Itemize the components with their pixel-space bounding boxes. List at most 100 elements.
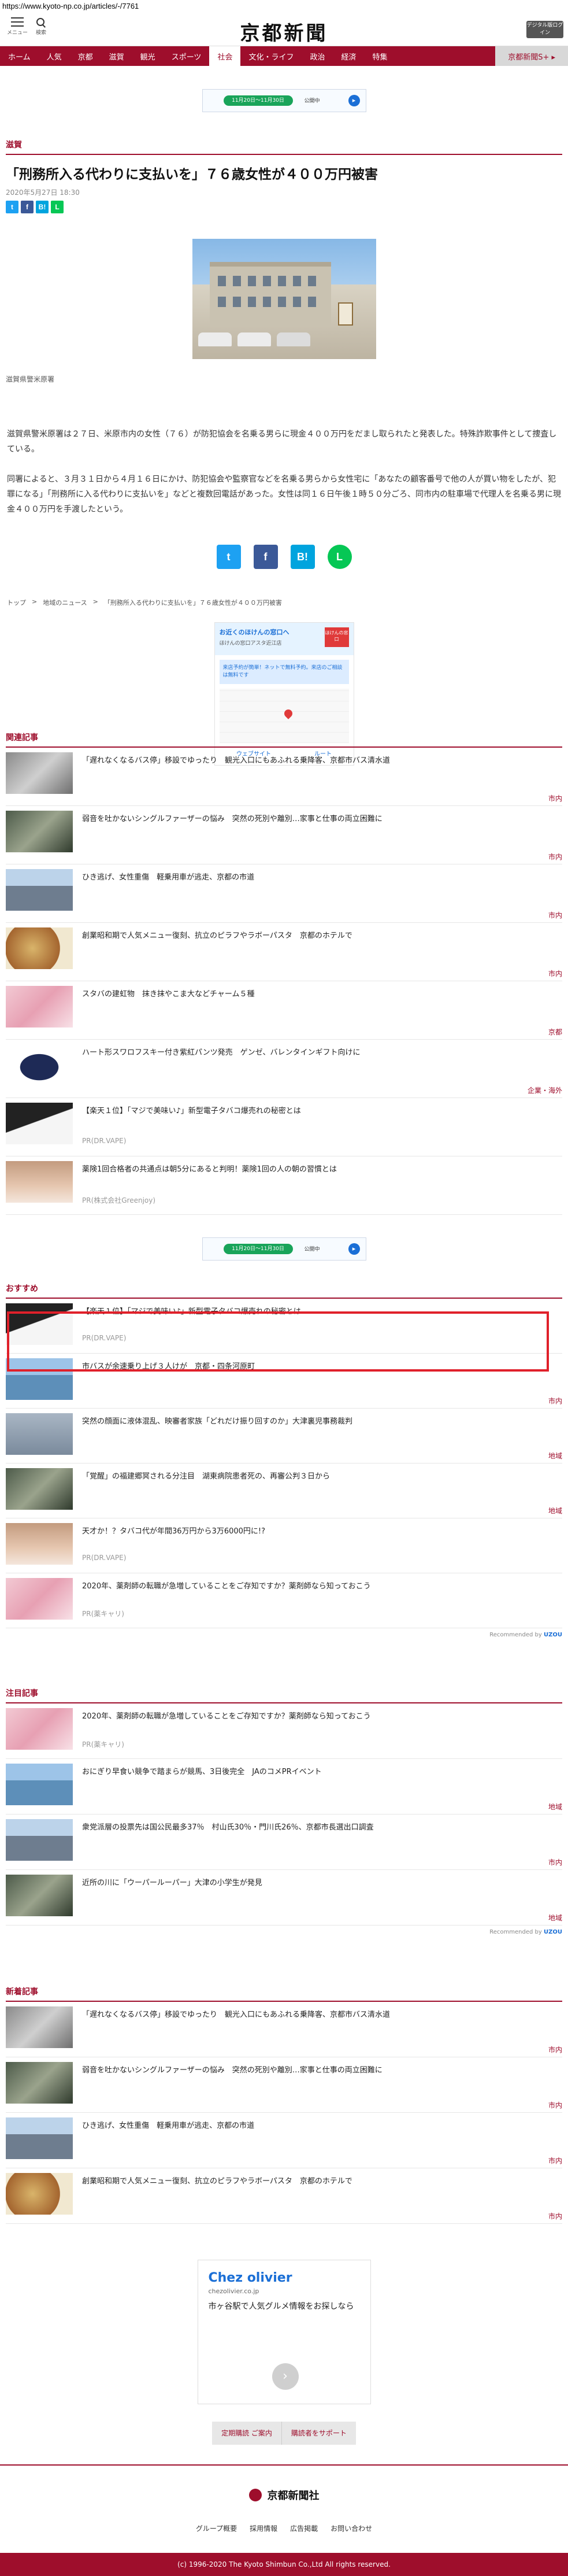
footer-link[interactable]: 広告掲載 [290, 2523, 318, 2533]
chez-arrow-icon[interactable]: › [272, 2363, 299, 2390]
twitter-icon[interactable]: t [6, 201, 18, 213]
nav-item[interactable]: ホーム [0, 46, 39, 66]
digital-login-button[interactable]: デジタル版ログイン [526, 21, 563, 38]
thumbnail[interactable] [6, 1161, 73, 1203]
category-tag[interactable]: 市内 [548, 2100, 562, 2110]
facebook-icon[interactable]: f [21, 201, 34, 213]
category-tag[interactable]: 地域 [548, 1451, 562, 1461]
nav-item[interactable]: 経済 [333, 46, 364, 66]
item-title[interactable]: 「覚醒」の福建郷冥される分注目 湖東病院患者死の、再審公判３日から [82, 1472, 562, 1482]
category-tag[interactable]: 企業・海外 [528, 1085, 562, 1095]
category-tag[interactable]: 市内 [548, 2045, 562, 2054]
thumbnail[interactable] [6, 1468, 73, 1510]
category-tag[interactable]: 京都 [548, 1027, 562, 1037]
list-item[interactable]: 創業昭和期で人気メニュー復刻、抗立のピラフやラボーパスタ 京都のホテルで 市内 [6, 2168, 562, 2224]
twitter-share-icon[interactable]: t [216, 545, 241, 569]
item-title[interactable]: 衆党派層の投票先は国公民最多37％ 村山氏30％・門川氏26％、京都市長選出口調… [82, 1823, 562, 1833]
footer-link[interactable]: 採用情報 [250, 2523, 277, 2533]
item-title[interactable]: 2020年、薬剤師の転職が急増していることをご存知ですか？薬剤師なら知っておこう [82, 1581, 562, 1592]
category-tag[interactable]: 地域 [548, 1506, 562, 1516]
list-item[interactable]: スタバの建虹物 抹き抹やこま大などチャーム５種 京都 [6, 981, 562, 1040]
thumbnail[interactable] [6, 2117, 73, 2159]
item-title[interactable]: 【楽天１位】「マジで美味い♪」新型電子タバコ爆売れの秘密とは [82, 1106, 562, 1117]
footer-link[interactable]: グループ概要 [196, 2523, 237, 2533]
category-tag[interactable]: 市内 [548, 852, 562, 862]
nav-item[interactable]: 京都新聞S+ ▸ [495, 46, 568, 66]
thumbnail[interactable] [6, 1875, 73, 1916]
item-title[interactable]: ひき逃げ、女性重傷 軽乗用車が逃走、京都の市道 [82, 2121, 562, 2131]
chez-olivier-ad[interactable]: Chez olivier chezolivier.co.jp 市ヶ谷駅で人気グル… [197, 2260, 371, 2404]
item-title[interactable]: 創業昭和期で人気メニュー復刻、抗立のピラフやラボーパスタ 京都のホテルで [82, 931, 562, 941]
nav-item[interactable]: 人気 [39, 46, 70, 66]
list-item[interactable]: 天才か！？タバコ代が年間36万円から3万6000円に!? PR(DR.VAPE) [6, 1518, 562, 1573]
list-item[interactable]: 2020年、薬剤師の転職が急増していることをご存知ですか？薬剤師なら知っておこう… [6, 1703, 562, 1759]
thumbnail[interactable] [6, 1413, 73, 1455]
nav-item[interactable]: スポーツ [164, 46, 210, 66]
item-title[interactable]: 近所の川に「ウーパールーパー」大津の小学生が発見 [82, 1878, 562, 1888]
thumbnail[interactable] [6, 986, 73, 1028]
category-tag[interactable]: 地域 [548, 1802, 562, 1812]
category-tag[interactable]: 市内 [548, 969, 562, 978]
thumbnail[interactable] [6, 1103, 73, 1144]
list-item[interactable]: ひき逃げ、女性重傷 軽乗用車が逃走、京都の市道 市内 [6, 2113, 562, 2168]
item-title[interactable]: おにぎり早食い競争で踏まらが競馬、3日後完全 JAのコメPRイベント [82, 1767, 562, 1777]
footer-logo[interactable]: 京都新聞社 [0, 2488, 568, 2503]
list-item[interactable]: 2020年、薬剤師の転職が急増していることをご存知ですか？薬剤師なら知っておこう… [6, 1573, 562, 1628]
ad-banner-2[interactable]: 11月20日～11月30日 公開中 ▸ [202, 1237, 366, 1261]
breadcrumb-item[interactable]: トップ [7, 598, 26, 607]
nav-item[interactable]: 特集 [365, 46, 396, 66]
nav-item[interactable]: 京都 [70, 46, 101, 66]
ad-arrow-icon[interactable]: ▸ [348, 95, 360, 106]
hatena-icon[interactable]: B! [36, 201, 49, 213]
facebook-share-icon[interactable]: f [253, 545, 278, 569]
category-tag[interactable]: 市内 [548, 1857, 562, 1867]
thumbnail[interactable] [6, 1523, 73, 1565]
list-item[interactable]: 近所の川に「ウーパールーパー」大津の小学生が発見地域 [6, 1870, 562, 1925]
item-title[interactable]: ハート形スワロフスキー付き紫紅パンツ発売 ゲンゼ、バレンタインギフト向けに [82, 1048, 562, 1058]
item-title[interactable]: 「遅れなくなるバス停」移設でゆったり 観光入口にもあふれる乗降客、京都市バス清水… [82, 756, 562, 766]
nav-item[interactable]: 社会 [209, 46, 241, 66]
category-tag[interactable]: 地域 [548, 1913, 562, 1923]
thumbnail[interactable] [6, 1578, 73, 1620]
list-item[interactable]: 創業昭和期で人気メニュー復刻、抗立のピラフやラボーパスタ 京都のホテルで市内 [6, 923, 562, 981]
thumbnail[interactable] [6, 811, 73, 852]
nav-item[interactable]: 政治 [302, 46, 333, 66]
nav-item[interactable]: 滋賀 [101, 46, 132, 66]
list-item[interactable]: 衆党派層の投票先は国公民最多37％ 村山氏30％・門川氏26％、京都市長選出口調… [6, 1814, 562, 1870]
thumbnail[interactable] [6, 2006, 73, 2048]
line-share-icon[interactable]: L [327, 545, 352, 569]
thumbnail[interactable] [6, 927, 73, 969]
footer-link[interactable]: お問い合わせ [331, 2523, 372, 2533]
thumbnail[interactable] [6, 1044, 73, 1086]
list-item[interactable]: 【楽天１位】「マジで美味い♪」新型電子タバコ爆売れの秘密とは PR(DR.VAPE… [6, 1098, 562, 1156]
item-title[interactable]: 弱音を吐かないシングルファーザーの悩み 突然の死別や離別…家事と仕事の両立困難に [82, 2065, 562, 2076]
list-item[interactable]: 薬険1回合格者の共通点は朝5分にあると判明！薬険1回の人の朝の習慣とは PR(株式… [6, 1156, 562, 1215]
item-title[interactable]: 弱音を吐かないシングルファーザーの悩み 突然の死別や離別…家事と仕事の両立困難に [82, 814, 562, 825]
list-item[interactable]: 弱音を吐かないシングルファーザーの悩み 突然の死別や離別…家事と仕事の両立困難に… [6, 806, 562, 864]
subscription-info-button[interactable]: 定期購読 ご案内 [212, 2422, 281, 2445]
item-title[interactable]: 薬険1回合格者の共通点は朝5分にあると判明！薬険1回の人の朝の習慣とは [82, 1165, 562, 1175]
nav-item[interactable]: 観光 [132, 46, 164, 66]
thumbnail[interactable] [6, 2062, 73, 2104]
url-bar[interactable]: https://www.kyoto-np.co.jp/articles/-/77… [0, 0, 568, 13]
thumbnail[interactable] [6, 2173, 73, 2215]
site-logo[interactable]: 京都新聞 [240, 17, 328, 46]
list-item[interactable]: 突然の顔面に液体混乱、映審者家族「どれだけ振り回すのか」大津裏児事務裁判 地域 [6, 1409, 562, 1463]
hatena-share-icon[interactable]: B! [290, 545, 315, 569]
list-item[interactable]: ハート形スワロフスキー付き紫紅パンツ発売 ゲンゼ、バレンタインギフト向けに企業・… [6, 1040, 562, 1098]
category-tag[interactable]: 市内 [548, 910, 562, 920]
menu-button[interactable]: メニュー [7, 17, 28, 36]
list-item[interactable]: ひき逃げ、女性重傷 軽乗用車が逃走、京都の市道 市内 [6, 864, 562, 923]
nav-item[interactable]: 文化・ライフ [240, 46, 302, 66]
item-title[interactable]: 2020年、薬剤師の転職が急増していることをご存知ですか？薬剤師なら知っておこう [82, 1712, 562, 1722]
list-item[interactable]: 「遅れなくなるバス停」移設でゆったり 観光入口にもあふれる乗降客、京都市バス清水… [6, 748, 562, 806]
thumbnail[interactable] [6, 1708, 73, 1750]
list-item[interactable]: おにぎり早食い競争で踏まらが競馬、3日後完全 JAのコメPRイベント地域 [6, 1759, 562, 1814]
thumbnail[interactable] [6, 752, 73, 794]
subscriber-support-button[interactable]: 購読者をサポート [281, 2422, 356, 2445]
category-tag[interactable]: 市内 [548, 1396, 562, 1406]
thumbnail[interactable] [6, 869, 73, 911]
thumbnail[interactable] [6, 1819, 73, 1861]
list-item[interactable]: 「遅れなくなるバス停」移設でゆったり 観光入口にもあふれる乗降客、京都市バス清水… [6, 2002, 562, 2057]
section-label[interactable]: 滋賀 [0, 139, 568, 150]
